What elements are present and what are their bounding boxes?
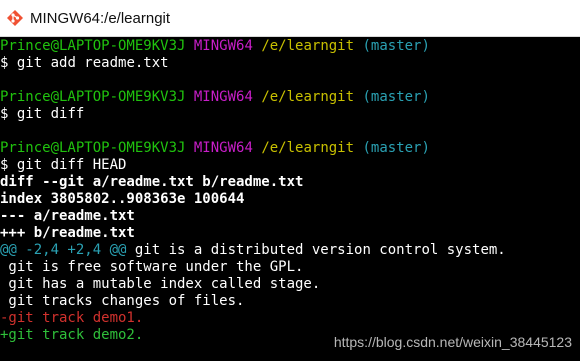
diff-index: index 3805802..908363e 100644: [0, 191, 580, 208]
terminal-output[interactable]: Prince@LAPTOP-OME9KV3J MINGW64 /e/learng…: [0, 37, 580, 361]
command-text: git diff: [17, 106, 84, 122]
prompt-symbol: $: [0, 55, 8, 71]
diff-header: diff --git a/readme.txt b/readme.txt: [0, 174, 580, 191]
prompt-line: Prince@LAPTOP-OME9KV3J MINGW64 /e/learng…: [0, 140, 580, 157]
command-text: git add readme.txt: [17, 55, 169, 71]
prompt-user-host: Prince@LAPTOP-OME9KV3J: [0, 140, 185, 156]
diff-removed-line: -git track demo1.: [0, 310, 580, 327]
prompt-branch: (master): [362, 89, 429, 105]
prompt-shell: MINGW64: [194, 140, 253, 156]
prompt-line: Prince@LAPTOP-OME9KV3J MINGW64 /e/learng…: [0, 38, 580, 55]
prompt-path: /e/learngit: [261, 140, 354, 156]
git-bash-icon: [6, 9, 24, 27]
window-title: MINGW64:/e/learngit: [30, 10, 170, 27]
prompt-path: /e/learngit: [261, 38, 354, 54]
prompt-shell: MINGW64: [194, 89, 253, 105]
hunk-range: @@ -2,4 +2,4 @@: [0, 242, 126, 258]
prompt-line: Prince@LAPTOP-OME9KV3J MINGW64 /e/learng…: [0, 89, 580, 106]
prompt-user-host: Prince@LAPTOP-OME9KV3J: [0, 89, 185, 105]
prompt-branch: (master): [362, 140, 429, 156]
diff-hunk-header: @@ -2,4 +2,4 @@ git is a distributed ver…: [0, 242, 580, 259]
command-line: $ git diff: [0, 106, 580, 123]
diff-context-line: git has a mutable index called stage.: [0, 276, 580, 293]
diff-new-file: +++ b/readme.txt: [0, 225, 580, 242]
command-line: $ git diff HEAD: [0, 157, 580, 174]
prompt-symbol: $: [0, 106, 8, 122]
watermark: https://blog.csdn.net/weixin_38445123: [334, 334, 572, 350]
command-text: git diff HEAD: [17, 157, 127, 173]
prompt-user-host: Prince@LAPTOP-OME9KV3J: [0, 38, 185, 54]
diff-context-line: git tracks changes of files.: [0, 293, 580, 310]
blank-line: [0, 72, 580, 89]
prompt-path: /e/learngit: [261, 89, 354, 105]
window-titlebar: MINGW64:/e/learngit: [0, 0, 580, 37]
prompt-shell: MINGW64: [194, 38, 253, 54]
blank-line: [0, 123, 580, 140]
diff-old-file: --- a/readme.txt: [0, 208, 580, 225]
command-line: $ git add readme.txt: [0, 55, 580, 72]
prompt-branch: (master): [362, 38, 429, 54]
diff-context-line: git is free software under the GPL.: [0, 259, 580, 276]
hunk-context: git is a distributed version control sys…: [126, 242, 505, 258]
prompt-symbol: $: [0, 157, 8, 173]
